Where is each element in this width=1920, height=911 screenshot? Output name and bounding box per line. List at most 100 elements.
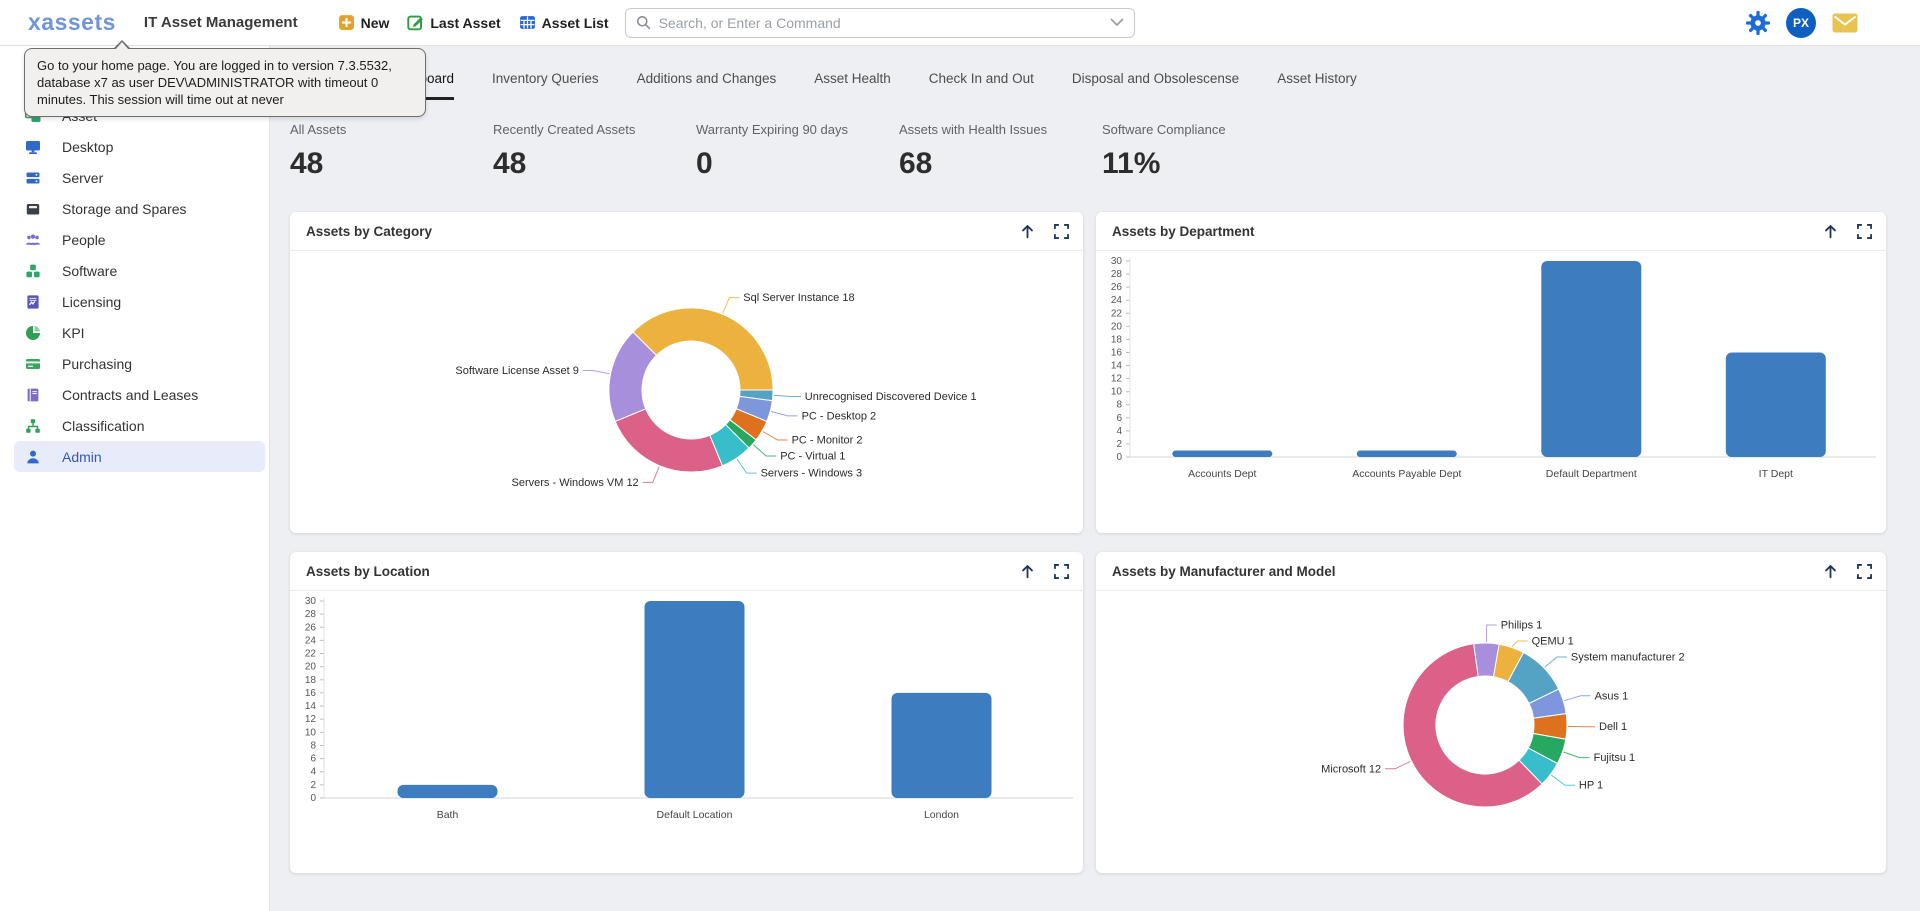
bar-chart: 024681012141618202224262830Accounts Dept… — [1096, 251, 1886, 533]
svg-text:26: 26 — [305, 622, 317, 633]
card-title: Assets by Location — [306, 564, 1019, 579]
svg-text:30: 30 — [1111, 256, 1123, 267]
export-arrow-up-icon[interactable] — [1019, 223, 1036, 240]
svg-text:Servers - Windows VM 12: Servers - Windows VM 12 — [512, 477, 639, 489]
svg-text:14: 14 — [305, 701, 317, 712]
svg-text:IT Dept: IT Dept — [1759, 468, 1793, 480]
card-actions — [1019, 223, 1069, 240]
svg-text:2: 2 — [310, 780, 316, 791]
svg-text:Microsoft 12: Microsoft 12 — [1321, 763, 1381, 775]
svg-text:22: 22 — [305, 649, 317, 660]
sidebar-item-kpi[interactable]: KPI — [14, 317, 265, 348]
last-asset-button[interactable]: Last Asset — [407, 14, 500, 31]
svg-text:0: 0 — [1116, 452, 1122, 463]
topbar-buttons: New Last Asset Asset List — [338, 14, 609, 31]
command-search-box[interactable]: Search, or Enter a Command — [625, 8, 1135, 38]
sidebar-item-classification[interactable]: Classification — [14, 410, 265, 441]
svg-text:6: 6 — [310, 754, 316, 765]
tab-asset-health[interactable]: Asset Health — [814, 71, 891, 100]
svg-text:10: 10 — [305, 727, 317, 738]
svg-text:Accounts Payable Dept: Accounts Payable Dept — [1352, 468, 1461, 480]
sidebar-item-storage-and-spares[interactable]: Storage and Spares — [14, 193, 265, 224]
kpi-pie-icon — [25, 325, 41, 341]
svg-text:18: 18 — [305, 675, 317, 686]
plus-square-icon — [338, 14, 355, 31]
svg-text:16: 16 — [305, 688, 317, 699]
svg-text:4: 4 — [310, 767, 316, 778]
sidebar-item-label: Contracts and Leases — [62, 387, 198, 403]
svg-text:Servers - Windows 3: Servers - Windows 3 — [761, 468, 862, 480]
home-tooltip: Go to your home page. You are logged in … — [24, 48, 426, 117]
svg-text:8: 8 — [1116, 400, 1122, 411]
sidebar-item-label: Classification — [62, 418, 144, 434]
tab-asset-history[interactable]: Asset History — [1277, 71, 1357, 100]
card-header: Assets by Manufacturer and Model — [1096, 552, 1886, 591]
tab-disposal-and-obsolescense[interactable]: Disposal and Obsolescense — [1072, 71, 1239, 100]
export-arrow-up-icon[interactable] — [1019, 563, 1036, 580]
tab-additions-and-changes[interactable]: Additions and Changes — [637, 71, 777, 100]
settings-gear-icon[interactable] — [1746, 11, 1770, 35]
export-arrow-up-icon[interactable] — [1822, 223, 1839, 240]
svg-text:QEMU 1: QEMU 1 — [1532, 636, 1574, 648]
sidebar-item-admin[interactable]: Admin — [14, 441, 265, 472]
sidebar-item-desktop[interactable]: Desktop — [14, 131, 265, 162]
svg-text:London: London — [924, 809, 959, 821]
chevron-down-icon[interactable] — [1110, 18, 1124, 27]
card-title: Assets by Manufacturer and Model — [1112, 564, 1822, 579]
dashboard-tabs: DashboardInventory QueriesAdditions and … — [388, 46, 1886, 100]
card-actions — [1019, 563, 1069, 580]
sidebar-nav: AssetDesktopServerStorage and SparesPeop… — [0, 46, 270, 911]
brand-logo[interactable]: xassets — [28, 9, 116, 36]
sidebar-item-people[interactable]: People — [14, 224, 265, 255]
stat-value: 48 — [290, 147, 493, 181]
card-header: Assets by Category — [290, 212, 1083, 251]
stat-label: Recently Created Assets — [493, 122, 696, 137]
card-actions — [1822, 563, 1872, 580]
svg-text:16: 16 — [1111, 348, 1123, 359]
table-grid-icon — [519, 14, 536, 31]
svg-text:14: 14 — [1111, 361, 1123, 372]
sidebar-item-contracts-and-leases[interactable]: Contracts and Leases — [14, 379, 265, 410]
sidebar-item-label: KPI — [62, 325, 85, 341]
svg-text:Software License Asset 9: Software License Asset 9 — [455, 365, 579, 377]
monitor-icon — [25, 139, 41, 155]
main-content: DashboardInventory QueriesAdditions and … — [270, 46, 1920, 911]
stat-value: 48 — [493, 147, 696, 181]
svg-text:Philips 1: Philips 1 — [1501, 620, 1543, 632]
sidebar-item-label: Licensing — [62, 294, 121, 310]
stat-label: Warranty Expiring 90 days — [696, 122, 899, 137]
svg-text:30: 30 — [305, 596, 317, 607]
new-button[interactable]: New — [338, 14, 390, 31]
svg-text:HP 1: HP 1 — [1579, 780, 1603, 792]
svg-text:Fujitsu 1: Fujitsu 1 — [1594, 752, 1636, 764]
sidebar-item-licensing[interactable]: Licensing — [14, 286, 265, 317]
sidebar-item-software[interactable]: Software — [14, 255, 265, 286]
donut-chart: Philips 1QEMU 1System manufacturer 2Asus… — [1096, 591, 1886, 873]
svg-text:PC - Desktop 2: PC - Desktop 2 — [802, 410, 877, 422]
expand-fullscreen-icon[interactable] — [1857, 564, 1872, 579]
export-arrow-up-icon[interactable] — [1822, 563, 1839, 580]
expand-fullscreen-icon[interactable] — [1054, 564, 1069, 579]
card-assets-by-category: Assets by Category Sql Server Instance 1… — [290, 212, 1083, 533]
svg-text:20: 20 — [305, 662, 317, 673]
stat-recently-created-assets: Recently Created Assets 48 — [493, 122, 696, 212]
expand-fullscreen-icon[interactable] — [1857, 224, 1872, 239]
expand-fullscreen-icon[interactable] — [1054, 224, 1069, 239]
asset-list-button[interactable]: Asset List — [519, 14, 609, 31]
mail-envelope-icon[interactable] — [1832, 13, 1858, 33]
svg-text:10: 10 — [1111, 387, 1123, 398]
tab-check-in-and-out[interactable]: Check In and Out — [929, 71, 1034, 100]
svg-text:26: 26 — [1111, 282, 1123, 293]
user-avatar[interactable]: PX — [1786, 8, 1816, 38]
sidebar-item-purchasing[interactable]: Purchasing — [14, 348, 265, 379]
person-icon — [25, 449, 41, 465]
card-assets-by-department: Assets by Department 0246810121416182022… — [1096, 212, 1886, 533]
top-bar: xassets IT Asset Management NewLast Asse… — [0, 0, 1920, 46]
svg-text:Sql Server Instance 18: Sql Server Instance 18 — [743, 292, 854, 304]
sidebar-item-server[interactable]: Server — [14, 162, 265, 193]
svg-text:8: 8 — [310, 741, 316, 752]
search-placeholder: Search, or Enter a Command — [659, 15, 1102, 31]
svg-text:Default Department: Default Department — [1546, 468, 1637, 480]
svg-text:6: 6 — [1116, 413, 1122, 424]
tab-inventory-queries[interactable]: Inventory Queries — [492, 71, 599, 100]
